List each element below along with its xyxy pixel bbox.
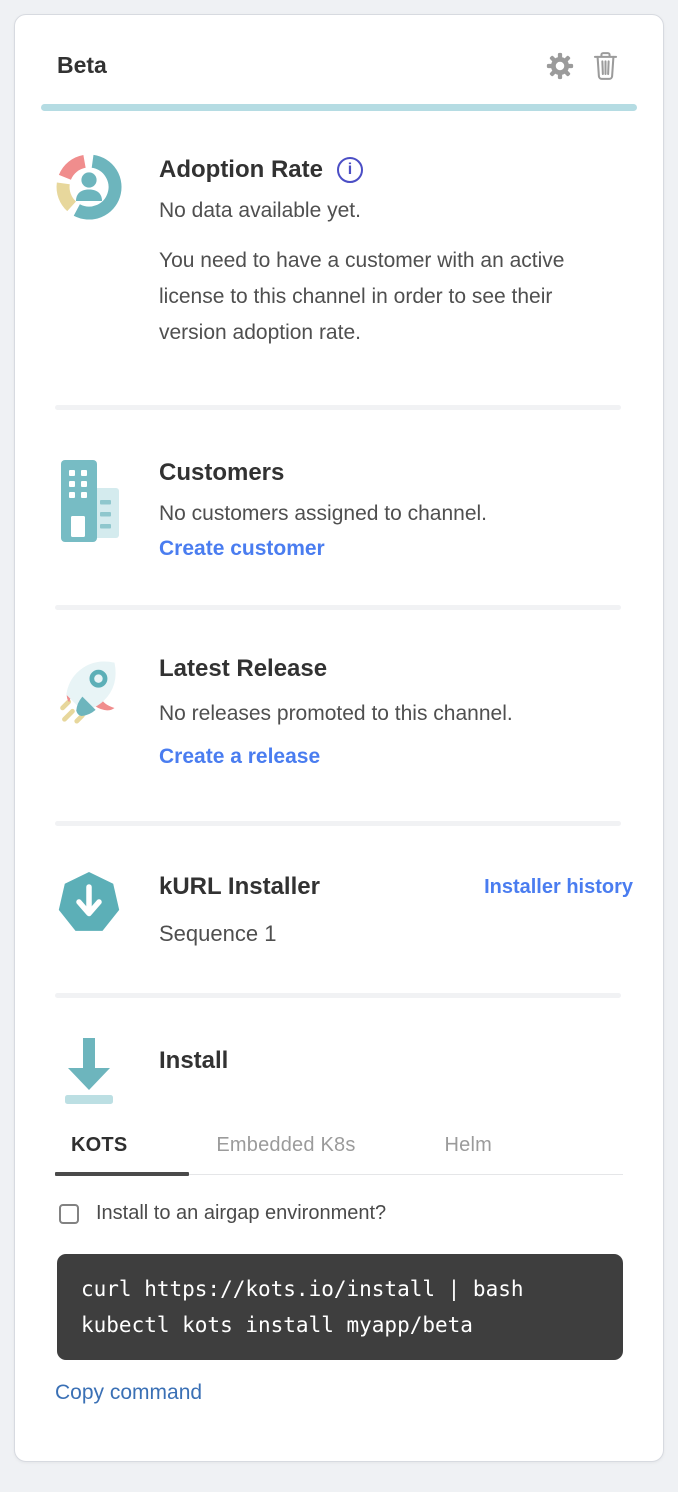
channel-card: Beta <box>14 14 664 1462</box>
rocket-icon <box>55 652 123 769</box>
adoption-rate-title-row: Adoption Rate i <box>159 153 633 187</box>
installer-sequence: Sequence 1 <box>159 918 633 949</box>
install-command-line-1: curl https://kots.io/install | bash <box>81 1271 599 1307</box>
channel-actions <box>545 51 619 81</box>
install-title: Install <box>159 1044 633 1078</box>
create-customer-link[interactable]: Create customer <box>159 537 325 561</box>
airgap-checkbox[interactable] <box>59 1204 79 1224</box>
install-tabs: KOTS Embedded K8s Helm <box>55 1134 623 1175</box>
install-body: Install <box>159 1038 633 1104</box>
customers-title: Customers <box>159 456 633 490</box>
adoption-rate-body: Adoption Rate i No data available yet. Y… <box>159 153 633 351</box>
customers-body: Customers No customers assigned to chann… <box>159 456 633 561</box>
delete-trash-icon[interactable] <box>592 51 619 81</box>
copy-command-link[interactable]: Copy command <box>55 1381 202 1405</box>
latest-release-section: Latest Release No releases promoted to t… <box>15 652 663 769</box>
tab-kots[interactable]: KOTS <box>71 1134 127 1157</box>
install-command-line-2: kubectl kots install myapp/beta <box>81 1307 599 1343</box>
install-section: Install <box>15 1038 663 1104</box>
adoption-rate-title: Adoption Rate <box>159 153 323 187</box>
customers-empty-text: No customers assigned to channel. <box>159 498 633 529</box>
latest-release-title: Latest Release <box>159 652 633 686</box>
latest-release-empty-text: No releases promoted to this channel. <box>159 698 633 729</box>
settings-gear-icon[interactable] <box>545 51 575 81</box>
adoption-no-data-text: No data available yet. <box>159 195 633 226</box>
tab-embedded-k8s[interactable]: Embedded K8s <box>216 1134 355 1157</box>
channel-accent-bar <box>41 104 637 111</box>
section-divider <box>55 405 621 410</box>
section-divider <box>55 993 621 998</box>
adoption-hint-text: You need to have a customer with an acti… <box>159 243 579 351</box>
kurl-installer-title: kURL Installer <box>159 870 320 904</box>
latest-release-body: Latest Release No releases promoted to t… <box>159 652 633 769</box>
airgap-row: Install to an airgap environment? <box>59 1202 623 1225</box>
airgap-label[interactable]: Install to an airgap environment? <box>96 1202 386 1225</box>
installer-history-link[interactable]: Installer history <box>484 876 633 899</box>
customers-buildings-icon <box>55 456 123 561</box>
kurl-installer-icon <box>55 870 123 949</box>
adoption-rate-section: Adoption Rate i No data available yet. Y… <box>15 153 663 351</box>
active-tab-underline <box>55 1172 189 1176</box>
section-divider <box>55 821 621 826</box>
customers-section: Customers No customers assigned to chann… <box>15 456 663 561</box>
kurl-installer-section: kURL Installer Installer history Sequenc… <box>15 870 663 949</box>
install-command-block: curl https://kots.io/install | bash kube… <box>57 1254 623 1360</box>
create-release-link[interactable]: Create a release <box>159 745 320 769</box>
section-divider <box>55 605 621 610</box>
channel-card-header: Beta <box>15 15 663 81</box>
info-icon[interactable]: i <box>337 157 363 183</box>
adoption-rate-donut-icon <box>55 153 123 351</box>
download-arrow-icon <box>55 1038 123 1104</box>
kurl-installer-title-row: kURL Installer Installer history <box>159 870 633 904</box>
kurl-installer-body: kURL Installer Installer history Sequenc… <box>159 870 633 949</box>
tab-helm[interactable]: Helm <box>445 1134 492 1157</box>
channel-title: Beta <box>57 52 107 80</box>
